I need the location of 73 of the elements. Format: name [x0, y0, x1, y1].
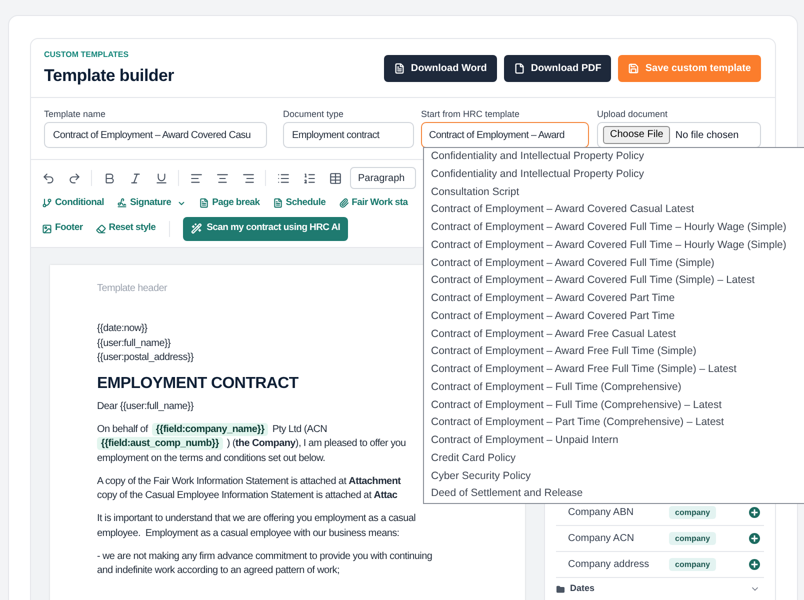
scan-contract-button[interactable]: Scan my contract using HRC AI	[182, 216, 348, 240]
file-upload-field[interactable]: Choose File No file chosen	[597, 122, 761, 148]
add-icon[interactable]	[749, 559, 760, 570]
text-field[interactable]: Employment contract	[283, 122, 414, 148]
eraser-icon	[96, 224, 106, 234]
document-title: EMPLOYMENT CONTRACT	[97, 374, 298, 394]
underline-icon[interactable]	[154, 172, 168, 184]
body-text: A copy of the Fair Work Information Statement is attached at Attachment	[97, 474, 401, 489]
file-icon	[514, 62, 525, 74]
italic-icon[interactable]	[128, 172, 142, 184]
field-label: Start from HRC template	[421, 108, 521, 120]
document-icon	[272, 198, 283, 208]
body-text: and indefinite work according to an agreed pattern of work;	[97, 564, 340, 578]
merge-field-tag: {{field:aust_comp_numb}}	[97, 437, 223, 450]
field-name: Company ABN	[568, 506, 635, 520]
action-button[interactable]: Download PDF	[504, 54, 612, 82]
add-icon[interactable]	[749, 533, 760, 544]
body-text: employment on the terms and conditions set out below.	[97, 452, 326, 466]
add-icon[interactable]	[749, 507, 760, 518]
category-tag: company	[669, 558, 716, 571]
category-tag: company	[669, 506, 716, 519]
document-icon	[199, 198, 210, 208]
file-status-text: No file chosen	[675, 128, 739, 142]
placeholder-tag: {{user:postal_address}}	[97, 351, 194, 366]
conditional-button[interactable]: Conditional	[42, 196, 104, 210]
bullet-list-icon[interactable]	[276, 172, 290, 184]
align-center-icon[interactable]	[216, 172, 228, 184]
placeholder-tag: {{user:full_name}}	[97, 336, 171, 351]
merge-field-tag: {{field:company_name}}	[152, 422, 268, 436]
field-label: Template name	[44, 108, 107, 120]
body-text: On behalf of	[97, 422, 148, 437]
field-label: Document type	[283, 108, 345, 120]
action-button[interactable]: Download Word	[384, 54, 497, 82]
align-left-icon[interactable]	[190, 172, 202, 184]
reset-style-button[interactable]: Reset style	[96, 221, 156, 236]
body-text: Pty Ltd (ACN	[272, 422, 328, 437]
fair-work-button[interactable]: Fair Work sta	[338, 196, 408, 210]
image-icon	[42, 224, 52, 234]
paperclip-icon	[338, 198, 349, 208]
document-icon	[394, 62, 405, 74]
group-toggle[interactable]: Dates	[556, 580, 764, 598]
bold-icon[interactable]	[102, 172, 116, 184]
body-text: employee. Employment as a casual employee with our business means:	[97, 526, 400, 541]
field-name: Company ACN	[568, 532, 636, 546]
placeholder-tag: {{date:now}}	[97, 322, 148, 336]
eyebrow-label: CUSTOM TEMPLATES	[44, 50, 129, 60]
signature-icon	[116, 198, 127, 208]
body-text: It is important to understand that we are offering you employment as a casual	[97, 512, 416, 526]
category-tag: company	[669, 532, 716, 545]
choose-file-button[interactable]: Choose File	[603, 126, 670, 144]
page-break-button[interactable]: Page break	[199, 196, 260, 210]
page-title: Template builder	[44, 64, 174, 86]
body-text: copy of the Casual Employee Information Statement is attached at Attac	[97, 489, 398, 504]
redo-icon[interactable]	[68, 172, 80, 184]
template-select[interactable]: Contract of Employment – Award	[421, 122, 589, 148]
align-right-icon[interactable]	[242, 172, 254, 184]
footer-button[interactable]: Footer	[42, 221, 83, 236]
text-field[interactable]: Contract of Employment – Award Covered Casu	[44, 122, 267, 148]
signature-button[interactable]: Signature	[116, 196, 186, 210]
body-text: - we are not making any firm advance commitment to provide you with continuing	[97, 550, 432, 564]
body-text: ) (the Company), I am pleased to offer you	[226, 437, 406, 452]
field-name: Company address	[568, 558, 650, 572]
undo-icon[interactable]	[42, 172, 54, 184]
branch-icon	[42, 198, 52, 208]
folder-icon	[556, 584, 565, 594]
table-icon[interactable]	[328, 172, 342, 184]
field-label: Upload document	[597, 108, 669, 120]
greeting-text: Dear {{user:full_name}}	[97, 400, 194, 414]
schedule-button[interactable]: Schedule	[272, 196, 326, 210]
magic-wand-icon	[190, 223, 202, 234]
paragraph-style-select[interactable]: Paragraph	[350, 167, 416, 189]
numbered-list-icon[interactable]	[302, 172, 316, 184]
save-icon	[628, 62, 640, 74]
